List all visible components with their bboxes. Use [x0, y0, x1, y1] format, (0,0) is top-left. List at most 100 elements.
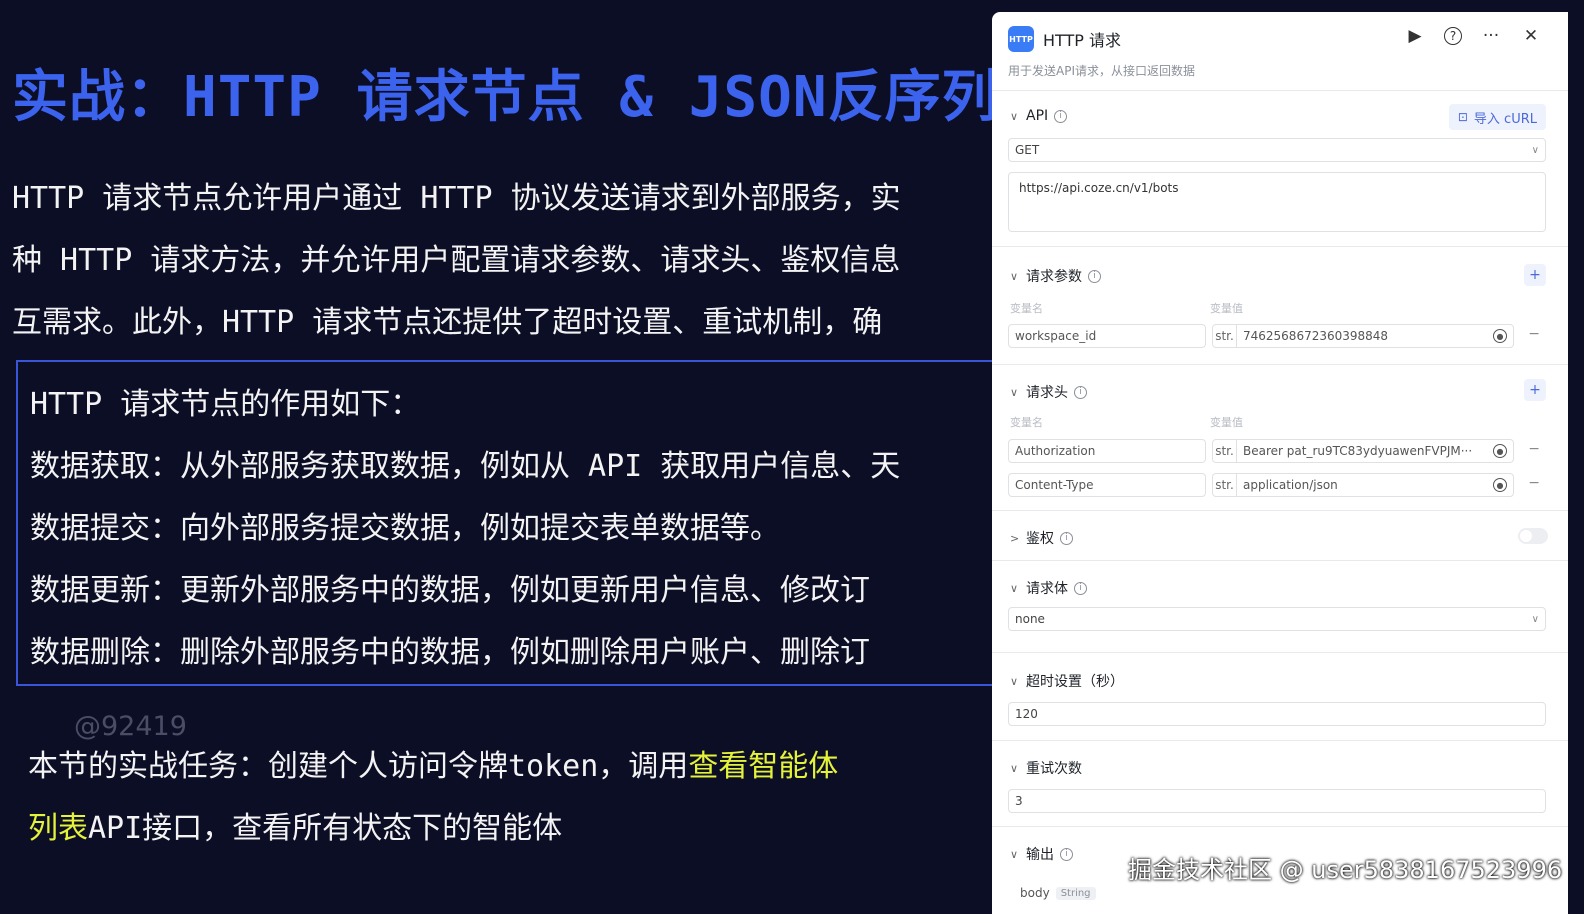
header-value-field[interactable]: str. Bearer pat_ru9TC83ydyuawenFVPJM··· … [1212, 439, 1514, 463]
section-label: 请求体 [1026, 581, 1068, 597]
add-param-button[interactable]: + [1524, 264, 1546, 286]
task-line-2: 列表API接口，查看所有状态下的智能体 [28, 798, 838, 860]
intro-line: HTTP 请求节点允许用户通过 HTTP 协议发送请求到外部服务，实 [12, 181, 901, 216]
panel-actions: ▶ ? ··· ✕ [1404, 26, 1542, 46]
intro-line: 种 HTTP 请求方法，并允许用户配置请求参数、请求头、鉴权信息 [12, 243, 901, 278]
section-retry[interactable]: ∨ 重试次数 [1010, 758, 1082, 778]
info-icon: i [1060, 847, 1073, 861]
divider [992, 246, 1568, 247]
body-type-select[interactable]: none ∨ [1008, 607, 1546, 631]
param-name-input[interactable]: workspace_id [1008, 324, 1206, 348]
close-icon[interactable]: ✕ [1520, 26, 1542, 46]
col-name-header: 变量名 [1010, 416, 1043, 429]
import-curl-label: 导入 cURL [1473, 111, 1537, 127]
task-plain: API接口，查看所有状态下的智能体 [88, 811, 563, 846]
type-badge: str. [1213, 440, 1237, 462]
section-label: API [1026, 108, 1049, 124]
divider [992, 652, 1568, 653]
chevron-right-icon: > [1010, 531, 1020, 545]
timeout-input[interactable]: 120 [1008, 702, 1546, 726]
divider [992, 826, 1568, 827]
help-icon[interactable]: ? [1444, 27, 1462, 45]
header-name-input[interactable]: Content-Type [1008, 473, 1206, 497]
panel-description: 用于发送API请求，从接口返回数据 [1008, 64, 1195, 78]
http-request-panel: HTTP HTTP 请求 ▶ ? ··· ✕ 用于发送API请求，从接口返回数据… [992, 12, 1568, 914]
panel-title: HTTP 请求 [1043, 31, 1122, 50]
section-timeout[interactable]: ∨ 超时设置（秒） [1010, 671, 1124, 691]
slide-title: 实战：HTTP 请求节点 & JSON反序列 [12, 65, 999, 130]
section-label: 超时设置（秒） [1026, 674, 1124, 690]
add-header-button[interactable]: + [1524, 379, 1546, 401]
section-headers[interactable]: ∨ 请求头 i [1010, 382, 1087, 402]
section-output[interactable]: ∨ 输出 i [1010, 844, 1073, 864]
section-auth[interactable]: > 鉴权 i [1010, 528, 1073, 548]
divider [992, 740, 1568, 741]
section-label: 鉴权 [1026, 531, 1054, 547]
box-line: 数据更新：更新外部服务中的数据，例如更新用户信息、修改订 [30, 573, 870, 608]
chevron-down-icon: ∨ [1010, 847, 1019, 861]
task-highlight: 查看智能体 [688, 749, 839, 784]
remove-header-button[interactable]: − [1528, 441, 1540, 457]
info-icon: i [1074, 581, 1087, 595]
col-name-header: 变量名 [1010, 302, 1043, 315]
import-icon: ⊡ [1457, 110, 1468, 124]
box-line: 数据获取：从外部服务获取数据，例如从 API 获取用户信息、天 [30, 449, 901, 484]
task-text: 本节的实战任务：创建个人访问令牌token，调用查看智能体 列表API接口，查看… [28, 736, 838, 860]
section-label: 请求参数 [1026, 269, 1082, 285]
intro-line: 互需求。此外，HTTP 请求节点还提供了超时设置、重试机制，确 [12, 305, 883, 340]
box-line: 数据提交：向外部服务提交数据，例如提交表单数据等。 [30, 511, 780, 546]
chevron-down-icon: ∨ [1010, 109, 1019, 123]
col-value-header: 变量值 [1210, 416, 1243, 429]
url-input[interactable]: https://api.coze.cn/v1/bots [1008, 172, 1546, 232]
functions-box: HTTP 请求节点的作用如下： 数据获取：从外部服务获取数据，例如从 API 获… [16, 360, 1000, 686]
chevron-down-icon: ∨ [1010, 674, 1019, 688]
variable-ref-icon[interactable]: ● [1493, 478, 1507, 492]
section-label: 输出 [1026, 847, 1054, 863]
param-value-field[interactable]: str. 7462568672360398848 ● [1212, 324, 1514, 348]
box-line: 数据删除：删除外部服务中的数据，例如删除用户账户、删除订 [30, 635, 870, 670]
import-curl-button[interactable]: ⊡ 导入 cURL [1448, 104, 1546, 130]
remove-header-button[interactable]: − [1528, 475, 1540, 491]
task-plain: 本节的实战任务：创建个人访问令牌token，调用 [28, 749, 689, 784]
slide: 实战：HTTP 请求节点 & JSON反序列 HTTP 请求节点允许用户通过 H… [0, 0, 1000, 914]
section-label: 请求头 [1026, 385, 1068, 401]
header-value-field[interactable]: str. application/json ● [1212, 473, 1514, 497]
divider [992, 90, 1568, 91]
divider [992, 510, 1568, 511]
info-icon: i [1060, 531, 1073, 545]
auth-toggle[interactable] [1518, 528, 1548, 544]
section-params[interactable]: ∨ 请求参数 i [1010, 266, 1101, 286]
http-logo-icon: HTTP [1008, 26, 1034, 52]
more-icon[interactable]: ··· [1480, 26, 1502, 46]
body-type-value: none [1015, 612, 1045, 626]
section-body[interactable]: ∨ 请求体 i [1010, 578, 1087, 598]
chevron-down-icon: ∨ [1531, 144, 1539, 156]
intro-paragraph: HTTP 请求节点允许用户通过 HTTP 协议发送请求到外部服务，实 种 HTT… [12, 168, 1000, 354]
col-value-header: 变量值 [1210, 302, 1243, 315]
chevron-down-icon: ∨ [1010, 761, 1019, 775]
method-value: GET [1015, 143, 1040, 157]
section-api[interactable]: ∨ API i [1010, 108, 1068, 124]
chevron-down-icon: ∨ [1010, 385, 1019, 399]
play-icon[interactable]: ▶ [1404, 26, 1426, 46]
info-icon: i [1074, 385, 1087, 399]
variable-ref-icon[interactable]: ● [1493, 329, 1507, 343]
output-name: body [1020, 886, 1050, 900]
method-select[interactable]: GET ∨ [1008, 138, 1546, 162]
header-name-input[interactable]: Authorization [1008, 439, 1206, 463]
retry-input[interactable]: 3 [1008, 789, 1546, 813]
site-watermark: 掘金技术社区 @ user5838167523996 [1128, 856, 1563, 884]
divider [992, 560, 1568, 561]
variable-ref-icon[interactable]: ● [1493, 444, 1507, 458]
remove-param-button[interactable]: − [1528, 326, 1540, 342]
output-type-badge: String [1055, 886, 1096, 900]
task-highlight: 列表 [28, 811, 88, 846]
divider [992, 364, 1568, 365]
header-value: Bearer pat_ru9TC83ydyuawenFVPJM··· [1243, 444, 1473, 458]
chevron-down-icon: ∨ [1531, 613, 1539, 625]
panel-header: HTTP HTTP 请求 [1008, 26, 1121, 52]
header-value: application/json [1243, 478, 1338, 492]
info-icon: i [1054, 109, 1068, 123]
info-icon: i [1088, 269, 1101, 283]
param-value: 7462568672360398848 [1243, 329, 1389, 343]
